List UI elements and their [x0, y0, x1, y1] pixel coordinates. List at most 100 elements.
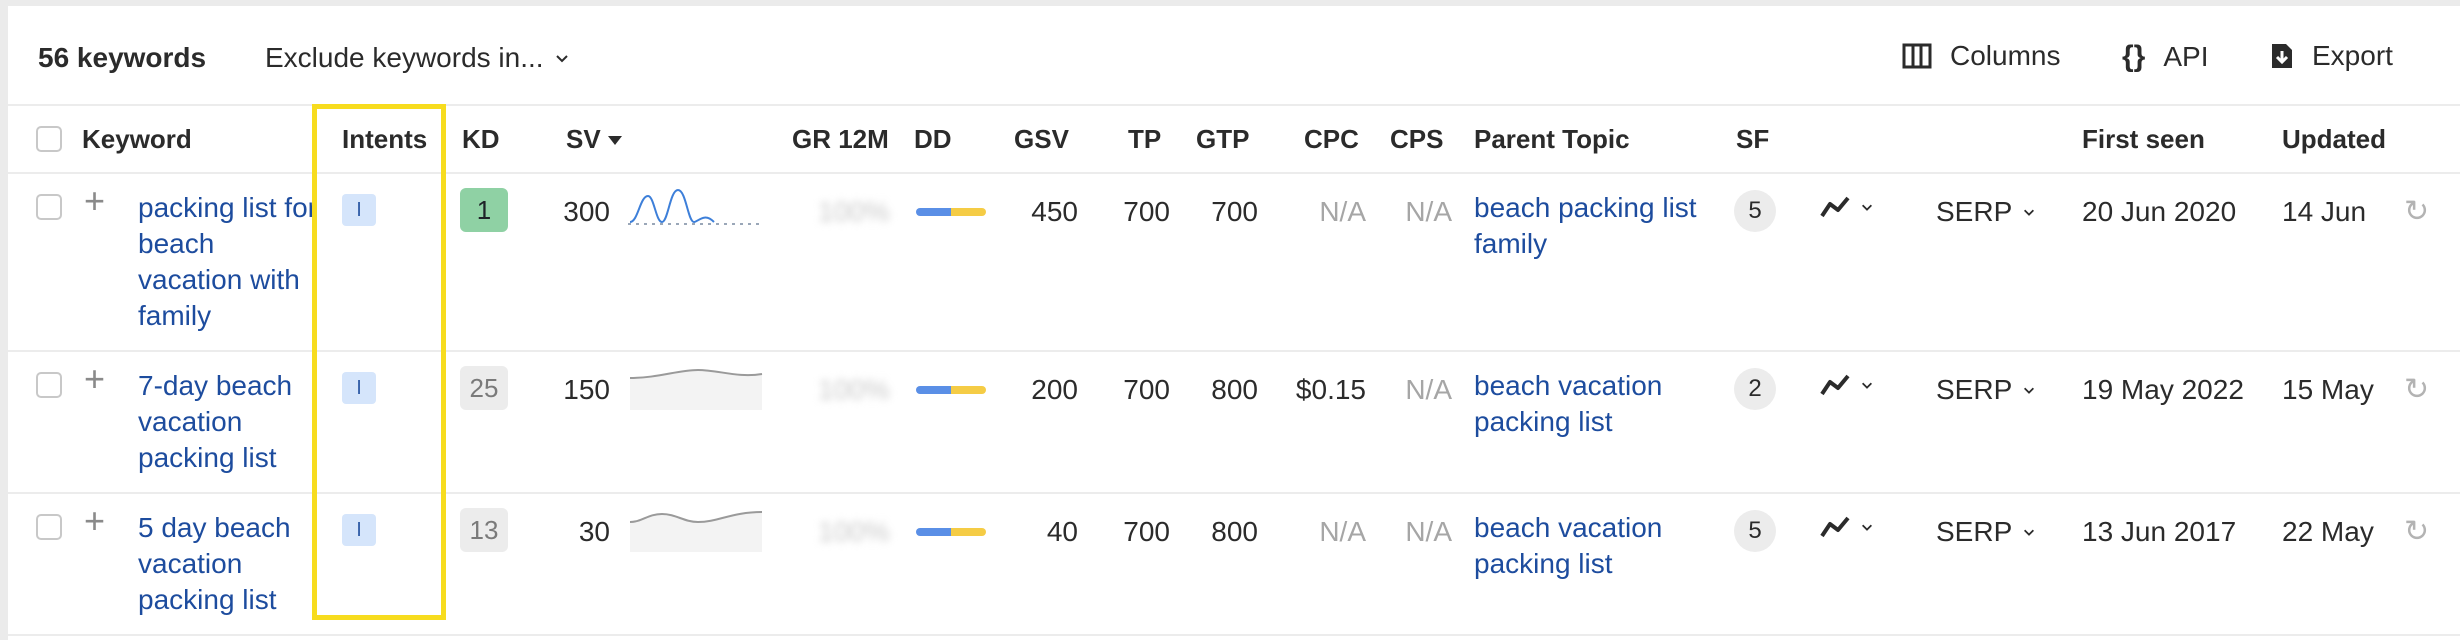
select-all-checkbox[interactable]: [36, 126, 62, 152]
keyword-link[interactable]: 7-day beach vacation packing list: [138, 368, 318, 476]
trend-dropdown[interactable]: [1820, 196, 1874, 218]
plus-icon[interactable]: +: [84, 180, 105, 222]
keyword-link[interactable]: 5 day beach vacation packing list: [138, 510, 318, 618]
tp-value: 700: [1123, 196, 1170, 227]
trend-icon: [1820, 374, 1850, 396]
first-seen-value: 19 May 2022: [2082, 374, 2244, 405]
row-checkbox[interactable]: [36, 514, 62, 540]
header-sf[interactable]: SF: [1736, 124, 1769, 155]
serp-dropdown[interactable]: SERP: [1936, 516, 2036, 548]
serp-dropdown[interactable]: SERP: [1936, 374, 2036, 406]
chevron-down-icon: [2024, 209, 2035, 216]
gtp-value: 700: [1211, 196, 1258, 227]
chevron-down-icon: [555, 55, 568, 63]
gr12m-value: 100%: [818, 196, 890, 227]
kd-badge: 13: [460, 508, 508, 552]
serp-dropdown[interactable]: SERP: [1936, 196, 2036, 228]
sort-desc-icon: [607, 135, 622, 145]
serp-label: SERP: [1936, 516, 2013, 547]
header-cps[interactable]: CPS: [1390, 124, 1443, 155]
tp-value: 700: [1123, 374, 1170, 405]
kd-badge: 1: [460, 188, 508, 232]
cpc-value: N/A: [1319, 516, 1366, 547]
export-label: Export: [2312, 40, 2393, 71]
intent-badge: I: [342, 372, 376, 404]
columns-icon: [1902, 43, 1932, 69]
keywords-panel: 56 keywords Exclude keywords in... Colum…: [0, 0, 2460, 640]
keyword-link[interactable]: packing list for beach vacation with fam…: [138, 190, 318, 334]
sf-count-badge[interactable]: 2: [1734, 368, 1776, 410]
sv-trend-sparkline: [629, 368, 763, 410]
gsv-value: 40: [1046, 516, 1078, 547]
parent-topic-link[interactable]: beach vacation packing list: [1474, 368, 1704, 440]
keyword-count: 56 keywords: [38, 42, 207, 73]
braces-icon: {}: [2122, 40, 2146, 73]
dd-bar: [916, 208, 986, 216]
export-button[interactable]: Export: [2270, 40, 2393, 72]
trend-dropdown[interactable]: [1820, 516, 1874, 538]
sv-trend-sparkline: [628, 188, 764, 225]
gtp-value: 800: [1211, 516, 1258, 547]
dd-bar: [916, 386, 986, 394]
parent-topic-link[interactable]: beach packing list family: [1474, 190, 1704, 262]
intent-badge: I: [342, 194, 376, 226]
toolbar: 56 keywords Exclude keywords in... Colum…: [8, 6, 2460, 106]
header-gr12m[interactable]: GR 12M: [792, 124, 889, 155]
header-parent-topic[interactable]: Parent Topic: [1474, 124, 1630, 155]
trend-icon: [1820, 196, 1850, 218]
cps-value: N/A: [1405, 196, 1452, 227]
updated-value: 22 May: [2282, 516, 2374, 547]
gr12m-value: 100%: [818, 374, 890, 405]
exclude-keywords-dropdown[interactable]: Exclude keywords in...: [265, 42, 570, 74]
cpc-value: $0.15: [1295, 374, 1366, 405]
parent-topic-link[interactable]: beach vacation packing list: [1474, 510, 1704, 582]
plus-icon[interactable]: +: [84, 500, 105, 542]
refresh-icon[interactable]: ↻: [2404, 372, 2429, 407]
updated-value: 14 Jun: [2282, 196, 2367, 227]
header-updated[interactable]: Updated: [2282, 124, 2386, 155]
serp-label: SERP: [1936, 196, 2013, 227]
row-checkbox[interactable]: [36, 194, 62, 220]
header-tp[interactable]: TP: [1128, 124, 1161, 155]
columns-button[interactable]: Columns: [1902, 40, 2060, 72]
columns-label: Columns: [1950, 40, 2061, 71]
plus-icon[interactable]: +: [84, 358, 105, 400]
header-gsv[interactable]: GSV: [1014, 124, 1069, 155]
sv-trend-sparkline: [629, 511, 763, 552]
first-seen-value: 20 Jun 2020: [2082, 196, 2237, 227]
api-button[interactable]: {} API: [2122, 40, 2209, 74]
sv-value: 300: [563, 196, 610, 227]
table-row: + 7-day beach vacation packing list I 25…: [8, 352, 2460, 494]
cpc-value: N/A: [1319, 196, 1366, 227]
header-sv-label: SV: [566, 124, 601, 154]
serp-label: SERP: [1936, 374, 2013, 405]
chevron-down-icon: [1862, 382, 1872, 389]
intent-badge: I: [342, 514, 376, 546]
api-label: API: [2163, 41, 2209, 72]
refresh-icon[interactable]: ↻: [2404, 194, 2429, 229]
dd-bar: [916, 528, 986, 536]
refresh-icon[interactable]: ↻: [2404, 514, 2429, 549]
header-cpc[interactable]: CPC: [1304, 124, 1359, 155]
updated-value: 15 May: [2282, 374, 2374, 405]
header-first-seen[interactable]: First seen: [2082, 124, 2205, 155]
header-kd[interactable]: KD: [462, 124, 500, 155]
table-row: + packing list for beach vacation with f…: [8, 174, 2460, 352]
sv-value: 150: [563, 374, 610, 405]
trend-icon: [1820, 516, 1850, 538]
cps-value: N/A: [1405, 374, 1452, 405]
sf-count-badge[interactable]: 5: [1734, 510, 1776, 552]
row-checkbox[interactable]: [36, 372, 62, 398]
chevron-down-icon: [1862, 204, 1872, 211]
header-gtp[interactable]: GTP: [1196, 124, 1249, 155]
tp-value: 700: [1123, 516, 1170, 547]
chevron-down-icon: [1862, 524, 1872, 531]
table-header: Keyword Intents KD SV GR 12M DD GSV TP G…: [8, 106, 2460, 174]
header-sv[interactable]: SV: [566, 124, 623, 155]
trend-dropdown[interactable]: [1820, 374, 1874, 396]
gsv-value: 200: [1031, 374, 1078, 405]
header-dd[interactable]: DD: [914, 124, 952, 155]
sf-count-badge[interactable]: 5: [1734, 190, 1776, 232]
header-intents[interactable]: Intents: [342, 124, 427, 155]
header-keyword[interactable]: Keyword: [82, 124, 192, 155]
